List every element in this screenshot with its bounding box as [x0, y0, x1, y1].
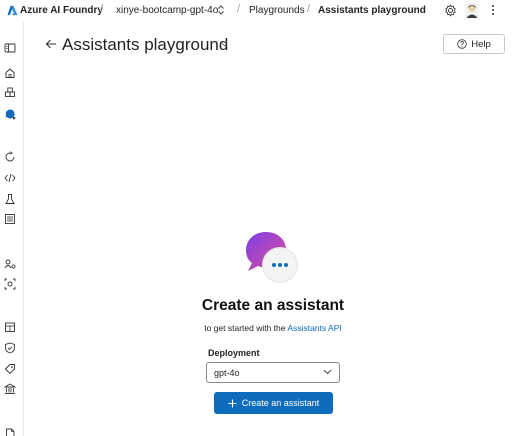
- gear-icon[interactable]: [444, 4, 457, 17]
- brand-name[interactable]: Azure AI Foundry: [20, 5, 103, 16]
- governance-icon[interactable]: [3, 382, 17, 394]
- create-assistant-label: Create an assistant: [241, 398, 320, 408]
- models-icon[interactable]: [4, 86, 16, 98]
- chevron-up-down-icon[interactable]: [217, 4, 225, 16]
- agents-icon[interactable]: [4, 257, 16, 269]
- tracing-icon[interactable]: [4, 212, 16, 224]
- subtitle-text: to get started with the: [204, 323, 288, 333]
- breadcrumb-playgrounds[interactable]: Playgrounds: [249, 5, 305, 16]
- plus-icon: [228, 399, 237, 407]
- code-icon[interactable]: [4, 171, 16, 183]
- more-options-icon[interactable]: [490, 3, 496, 17]
- breadcrumb-separator: /: [237, 3, 241, 15]
- assistant-chat-illustration-icon: [246, 232, 298, 283]
- back-arrow-icon[interactable]: [45, 38, 57, 50]
- deployment-label: Deployment: [208, 348, 260, 358]
- breadcrumb-separator: /: [307, 3, 311, 15]
- eval-icon[interactable]: [4, 192, 16, 204]
- avatar[interactable]: [465, 3, 479, 18]
- azure-logo-icon: [7, 5, 18, 16]
- tag-icon[interactable]: [4, 362, 16, 375]
- help-label: Help: [471, 38, 491, 50]
- help-icon: [457, 39, 467, 49]
- safety-icon[interactable]: [4, 341, 16, 354]
- empty-state-title: Create an assistant: [201, 297, 345, 314]
- help-button[interactable]: Help: [443, 34, 505, 54]
- left-nav-rail: [0, 22, 24, 436]
- assistants-api-link[interactable]: Assistants API: [287, 323, 341, 333]
- breadcrumb-separator: /: [100, 3, 104, 15]
- doc-icon[interactable]: [4, 427, 16, 436]
- create-assistant-button[interactable]: Create an assistant: [214, 392, 333, 414]
- fine-tune-icon[interactable]: [4, 150, 16, 162]
- breadcrumb-assistants-playground: Assistants playground: [318, 5, 426, 16]
- chevron-down-icon[interactable]: [221, 42, 228, 47]
- chevron-down-icon: [323, 369, 332, 375]
- deployment-select[interactable]: gpt-4o: [206, 362, 340, 383]
- panel-toggle-icon[interactable]: [4, 41, 16, 53]
- deployment-selected-value: gpt-4o: [214, 368, 240, 378]
- page-title: Assistants playground: [62, 35, 229, 54]
- empty-state-subtitle: to get started with the Assistants API: [0, 323, 518, 333]
- home-icon[interactable]: [4, 66, 16, 78]
- vision-icon[interactable]: [4, 277, 16, 290]
- project-selector[interactable]: xinye-bootcamp-gpt-4o: [116, 5, 218, 16]
- top-bar: Azure AI Foundry / xinye-bootcamp-gpt-4o…: [0, 0, 518, 22]
- chat-icon[interactable]: [4, 107, 16, 120]
